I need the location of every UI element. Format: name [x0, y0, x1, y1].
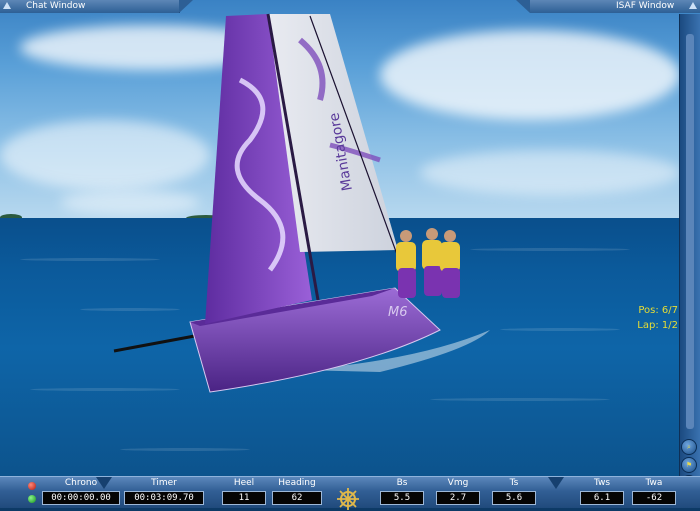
isaf-window-title: ISAF Window	[616, 1, 675, 11]
gauge-label: Tws	[593, 478, 611, 488]
gauge-value: 5.5	[380, 491, 424, 505]
gauge-value: 2.7	[436, 491, 480, 505]
gauge-timer: Timer 00:03:09.70	[124, 477, 204, 508]
gauge-value: 6.1	[580, 491, 624, 505]
status-light-red	[28, 482, 36, 490]
chat-window-bar[interactable]: Chat Window	[0, 0, 193, 13]
game-viewport[interactable]: M6 Manitagore	[0, 0, 700, 507]
sailboat: M6 Manitagore	[113, 13, 490, 393]
bowsprit	[113, 333, 201, 353]
gauge-label: Chrono	[64, 478, 98, 488]
hull-label: M6	[388, 305, 408, 320]
windsock-icon[interactable]: ⚑	[681, 457, 697, 473]
gauge-label: Twa	[645, 478, 663, 488]
chat-window-title: Chat Window	[26, 1, 86, 11]
right-control-bar: ⌕ ⚑ ▲	[679, 14, 700, 491]
gauge-label: Ts	[509, 478, 519, 488]
gauge-value: -62	[632, 491, 676, 505]
race-position: Pos: 6/7	[638, 305, 678, 316]
gauge-vmg: Vmg 2.7	[436, 477, 480, 508]
ship-wheel-icon[interactable]	[336, 487, 360, 511]
gauge-twa: Twa -62	[632, 477, 676, 508]
gauge-value: 5.6	[492, 491, 536, 505]
gauge-value: 11	[222, 491, 266, 505]
gauge-value: 00:00:00.00	[42, 491, 120, 505]
expand-arrow-icon[interactable]	[689, 2, 697, 9]
race-lap: Lap: 1/2	[637, 320, 678, 331]
gauge-chrono: Chrono 00:00:00.00	[42, 477, 120, 508]
gauge-tws: Tws 6.1	[580, 477, 624, 508]
magnifier-icon[interactable]: ⌕	[681, 439, 697, 455]
zoom-slider-track[interactable]	[686, 34, 694, 429]
gauge-label: Heel	[233, 478, 255, 488]
gauge-heading: Heading 62	[272, 477, 322, 508]
gauge-label: Timer	[151, 478, 177, 488]
gauge-label: Heading	[278, 478, 316, 488]
isaf-window-bar[interactable]: ISAF Window	[516, 0, 700, 13]
status-light-green	[28, 495, 36, 503]
gauge-heel: Heel 11	[222, 477, 266, 508]
gauge-label: Vmg	[447, 478, 469, 488]
gauge-ts: Ts 5.6	[492, 477, 536, 508]
gauge-bs: Bs 5.5	[380, 477, 424, 508]
gauge-value: 62	[272, 491, 322, 505]
expand-arrow-icon[interactable]	[3, 2, 11, 9]
crew	[396, 228, 460, 298]
gauge-value: 00:03:09.70	[124, 491, 204, 505]
gauge-label: Bs	[396, 478, 408, 488]
